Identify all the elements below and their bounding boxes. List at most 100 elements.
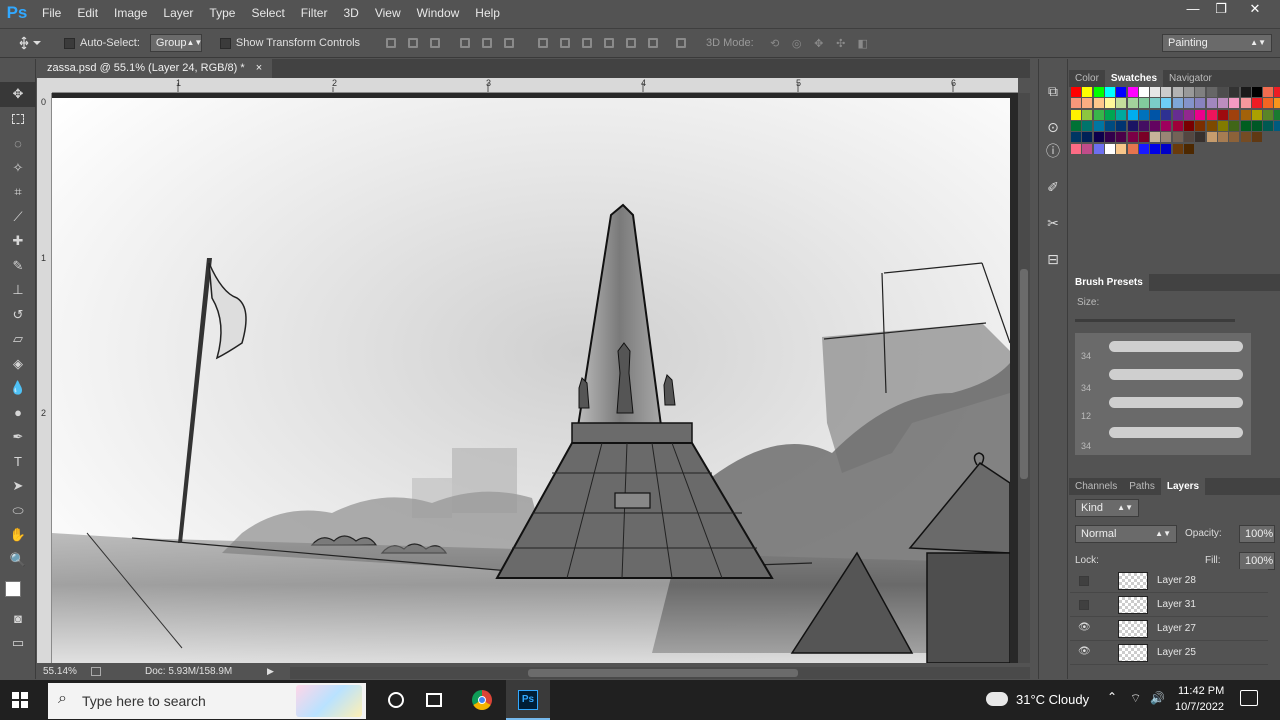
vertical-scroll-thumb[interactable]	[1020, 269, 1028, 479]
volume-icon[interactable]: 🔊	[1150, 691, 1165, 705]
distribute-left-icon[interactable]	[600, 34, 618, 52]
swatch-cell[interactable]	[1104, 143, 1115, 154]
swatch-cell[interactable]	[1251, 132, 1262, 143]
swatch-cell[interactable]	[1093, 109, 1104, 120]
brush-stroke-preview[interactable]	[1109, 369, 1243, 380]
swatch-cell[interactable]	[1116, 87, 1127, 97]
swatch-cell[interactable]	[1127, 143, 1138, 154]
align-bottom-icon[interactable]	[426, 34, 444, 52]
swatch-cell[interactable]	[1138, 109, 1149, 120]
swatch-cell[interactable]	[1229, 132, 1240, 143]
swatch-cell[interactable]	[1161, 98, 1172, 109]
swatch-cell[interactable]	[1195, 87, 1206, 97]
magic-wand-tool-icon[interactable]: ✧	[0, 156, 36, 181]
marquee-tool-icon[interactable]	[0, 107, 36, 132]
swatch-cell[interactable]	[1138, 143, 1149, 154]
swatch-cell[interactable]	[1161, 87, 1172, 97]
crop-tool-icon[interactable]: ⌗	[0, 180, 36, 205]
clone-stamp-tool-icon[interactable]: ⊥	[0, 278, 36, 303]
move-tool-preset-icon[interactable]	[16, 34, 44, 52]
swatch-cell[interactable]	[1184, 120, 1194, 131]
auto-select-dropdown[interactable]: Group ▲▼	[149, 34, 202, 52]
type-tool-icon[interactable]: T	[0, 450, 36, 475]
swatch-cell[interactable]	[1195, 132, 1206, 143]
horizontal-scrollbar[interactable]	[290, 667, 1030, 679]
swatch-cell[interactable]	[1093, 143, 1104, 154]
swatch-cell[interactable]	[1138, 98, 1149, 109]
swatch-cell[interactable]	[1071, 132, 1081, 143]
swatch-cell[interactable]	[1240, 87, 1251, 97]
tab-brush-presets[interactable]: Brush Presets	[1069, 274, 1149, 291]
swatch-cell[interactable]	[1071, 109, 1081, 120]
character-panel-icon[interactable]: ⊟	[1039, 247, 1067, 271]
distribute-hcenter-icon[interactable]	[622, 34, 640, 52]
swatch-cell[interactable]	[1093, 98, 1104, 109]
auto-select-checkbox[interactable]	[64, 37, 75, 49]
swatch-cell[interactable]	[1150, 132, 1161, 143]
swatch-cell[interactable]	[1127, 132, 1138, 143]
status-arrow-icon[interactable]: ▶	[267, 664, 274, 679]
swatch-cell[interactable]	[1071, 120, 1081, 131]
swatch-cell[interactable]	[1274, 120, 1280, 131]
network-icon[interactable]: ⌔	[1130, 691, 1141, 706]
lasso-tool-icon[interactable]: ◌	[0, 131, 36, 156]
swatch-cell[interactable]	[1206, 87, 1217, 97]
info-panel-icon[interactable]: ⓘ	[1039, 139, 1067, 163]
swatch-cell[interactable]	[1172, 109, 1183, 120]
swatch-cell[interactable]	[1263, 98, 1274, 109]
menu-edit[interactable]: Edit	[69, 0, 106, 26]
swatch-cell[interactable]	[1161, 120, 1172, 131]
auto-align-icon[interactable]	[672, 34, 690, 52]
swatch-cell[interactable]	[1172, 143, 1183, 154]
zoom-tool-icon[interactable]: 🔍	[0, 548, 36, 573]
task-view-icon[interactable]	[426, 693, 442, 707]
swatch-cell[interactable]	[1274, 98, 1280, 109]
photoshop-taskbar-button[interactable]: Ps	[506, 680, 550, 720]
color-swatches[interactable]	[0, 572, 36, 606]
vertical-scrollbar[interactable]	[1018, 93, 1030, 663]
menu-file[interactable]: File	[34, 0, 69, 26]
history-brush-tool-icon[interactable]: ↺	[0, 303, 36, 328]
swatch-cell[interactable]	[1240, 120, 1251, 131]
brush-panel-icon[interactable]: ✐	[1039, 175, 1067, 199]
tab-swatches[interactable]: Swatches	[1104, 70, 1164, 87]
align-top-icon[interactable]	[382, 34, 400, 52]
swatch-cell[interactable]	[1217, 98, 1228, 109]
menu-select[interactable]: Select	[243, 0, 292, 26]
3d-rotate-icon[interactable]: ⟲	[766, 34, 784, 52]
swatch-cell[interactable]	[1172, 132, 1183, 143]
brush-stroke-preview[interactable]	[1109, 397, 1243, 408]
swatch-cell[interactable]	[1251, 98, 1262, 109]
swatch-cell[interactable]	[1172, 98, 1183, 109]
taskbar-search-box[interactable]: ⌕ Type here to search	[48, 683, 366, 719]
brush-stroke-preview[interactable]	[1109, 427, 1243, 438]
swatch-cell[interactable]	[1104, 87, 1115, 97]
swatch-cell[interactable]	[1093, 120, 1104, 131]
swatch-cell[interactable]	[1263, 109, 1274, 120]
document-tab[interactable]: zassa.psd @ 55.1% (Layer 24, RGB/8) * ×	[37, 59, 273, 78]
horizontal-scroll-thumb[interactable]	[528, 669, 798, 677]
ruler-horizontal[interactable]: 1 2 3 4 5 6	[52, 78, 1018, 93]
ruler-vertical[interactable]: 0 1 2	[37, 93, 52, 663]
menu-help[interactable]: Help	[467, 0, 508, 26]
eye-icon[interactable]: 👁	[1078, 647, 1091, 657]
brush-list[interactable]: 34 34 12 34	[1075, 333, 1251, 455]
swatch-cell[interactable]	[1116, 132, 1127, 143]
swatch-cell[interactable]	[1082, 109, 1093, 120]
visibility-toggle[interactable]	[1079, 600, 1089, 610]
swatch-cell[interactable]	[1082, 132, 1093, 143]
swatch-cell[interactable]	[1172, 120, 1183, 131]
swatch-cell[interactable]	[1093, 132, 1104, 143]
swatch-cell[interactable]	[1240, 98, 1251, 109]
close-button[interactable]: ✕	[1238, 0, 1272, 20]
quick-mask-icon[interactable]: ◙	[0, 606, 36, 631]
tool-presets-icon[interactable]: ✂	[1039, 211, 1067, 235]
show-transform-checkbox[interactable]	[219, 37, 231, 49]
restore-button[interactable]: ❐	[1204, 0, 1238, 20]
brush-tool-icon[interactable]: ✎	[0, 254, 36, 279]
swatch-cell[interactable]	[1104, 120, 1115, 131]
tab-navigator[interactable]: Navigator	[1163, 70, 1218, 87]
swatch-cell[interactable]	[1138, 87, 1149, 97]
windows-start-icon[interactable]	[12, 692, 28, 708]
layer-kind-filter[interactable]: Kind ▲▼	[1075, 499, 1139, 517]
